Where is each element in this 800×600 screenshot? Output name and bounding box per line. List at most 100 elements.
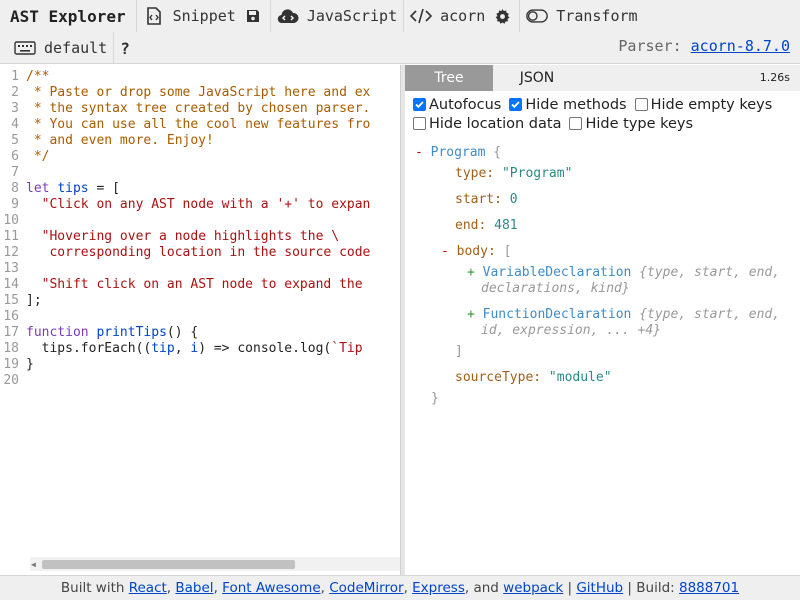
option-autofocus[interactable]: Autofocus: [413, 97, 501, 113]
transform-toggle[interactable]: Transform: [520, 0, 643, 32]
footer-link-github[interactable]: GitHub: [576, 580, 623, 596]
code-line[interactable]: 2 * Paste or drop some JavaScript here a…: [0, 85, 400, 101]
line-content[interactable]: tips.forEach((tip, i) => console.log(`Ti…: [26, 341, 363, 357]
code-line[interactable]: 12 corresponding location in the source …: [0, 245, 400, 261]
line-content[interactable]: "Click on any AST node with a '+' to exp…: [26, 197, 371, 213]
code-line[interactable]: 17 function printTips() {: [0, 325, 400, 341]
footer-build-hash[interactable]: 8888701: [679, 580, 739, 596]
parser-select[interactable]: acorn: [404, 0, 521, 32]
code-token: }: [26, 357, 34, 372]
footer-link-react[interactable]: React: [129, 580, 167, 596]
code-line[interactable]: 11 "Hovering over a node highlights the …: [0, 229, 400, 245]
property-source-type: sourceType: "module": [455, 370, 612, 386]
parser-version-link[interactable]: acorn-8.7.0: [691, 37, 790, 55]
hide-type-keys-label: Hide type keys: [585, 115, 694, 132]
snippet-button[interactable]: Snippet: [137, 0, 271, 32]
line-content[interactable]: "Shift click on an AST node to expand th…: [26, 277, 363, 293]
code-line[interactable]: 10: [0, 213, 400, 229]
save-icon[interactable]: [242, 5, 264, 27]
autofocus-checkbox[interactable]: [413, 98, 426, 111]
language-label: JavaScript: [306, 7, 398, 25]
tree-node-program[interactable]: - Program {: [415, 145, 501, 161]
line-content[interactable]: corresponding location in the source cod…: [26, 245, 370, 261]
code-line[interactable]: 5 * and even more. Enjoy!: [0, 133, 400, 149]
code-token: = [: [88, 181, 120, 196]
gear-icon[interactable]: [491, 5, 513, 27]
code-line[interactable]: 4 * You can use all the cool new feature…: [0, 117, 400, 133]
node-name[interactable]: FunctionDeclaration: [483, 307, 632, 322]
code-line[interactable]: 8 let tips = [: [0, 181, 400, 197]
footer-built-with: Built with: [60, 580, 125, 596]
footer-link-webpack[interactable]: webpack: [503, 580, 563, 596]
hide-methods-label: Hide methods: [525, 96, 627, 113]
line-content[interactable]: * the syntax tree created by chosen pars…: [26, 101, 371, 117]
tab-tree[interactable]: Tree: [405, 65, 493, 91]
transform-label: Transform: [556, 7, 638, 25]
keymap-select[interactable]: default: [0, 32, 115, 64]
horizontal-scrollbar[interactable]: ◀: [30, 557, 400, 571]
code-line[interactable]: 9 "Click on any AST node with a '+' to e…: [0, 197, 400, 213]
code-line[interactable]: 3 * the syntax tree created by chosen pa…: [0, 101, 400, 117]
scroll-left-icon[interactable]: ◀: [31, 560, 36, 569]
parse-time: 1.26s: [759, 71, 790, 84]
code-line[interactable]: 7: [0, 165, 400, 181]
node-name[interactable]: VariableDeclaration: [483, 265, 632, 280]
hide-methods-checkbox[interactable]: [509, 98, 523, 111]
option-hide-methods[interactable]: Hide methods: [509, 96, 627, 113]
line-content[interactable]: }: [26, 357, 34, 373]
property-body[interactable]: - body: [: [441, 244, 511, 260]
code-editor[interactable]: 1/** 2 * Paste or drop some JavaScript he…: [0, 65, 400, 575]
close-bracket-glyph: ]: [455, 344, 463, 359]
tab-json[interactable]: JSON: [493, 65, 581, 91]
code-line[interactable]: 6 */: [0, 149, 400, 165]
line-content[interactable]: function printTips() {: [26, 325, 198, 341]
hide-empty-keys-checkbox[interactable]: [634, 98, 648, 111]
expand-toggle[interactable]: +: [467, 307, 475, 322]
line-content[interactable]: let tips = [: [26, 181, 120, 197]
line-number: 17: [3, 325, 19, 340]
tree-options: Autofocus Hide methods Hide empty keys H…: [405, 91, 800, 133]
tree-node-variable-declaration[interactable]: + VariableDeclaration {type, start, end,: [467, 265, 780, 281]
code-token: "Click on any AST node with a '+' to exp…: [41, 197, 371, 212]
line-content[interactable]: * You can use all the cool new features …: [26, 117, 371, 133]
property-start: start: 0: [455, 192, 518, 208]
language-select[interactable]: JavaScript: [271, 0, 405, 32]
code-line[interactable]: 13: [0, 261, 400, 277]
footer-build-label: Build:: [636, 580, 675, 596]
code-line[interactable]: 19}: [0, 357, 400, 373]
tree-node-function-declaration[interactable]: + FunctionDeclaration {type, start, end,: [467, 307, 780, 323]
help-button[interactable]: ?: [114, 32, 136, 64]
line-content[interactable]: */: [26, 149, 50, 165]
code-icon: [410, 5, 433, 27]
node-name[interactable]: Program: [431, 145, 486, 160]
line-content[interactable]: * and even more. Enjoy!: [26, 133, 214, 149]
line-content[interactable]: ];: [26, 293, 42, 309]
line-content[interactable]: "Hovering over a node highlights the \: [26, 229, 339, 245]
line-content[interactable]: * Paste or drop some JavaScript here and…: [26, 85, 371, 101]
code-token: corresponding location in the source cod…: [26, 245, 371, 260]
code-line[interactable]: 15];: [0, 293, 400, 309]
footer-link-express[interactable]: Express: [412, 580, 465, 596]
option-hide-type-keys[interactable]: Hide type keys: [569, 116, 693, 132]
code-line[interactable]: 16: [0, 309, 400, 325]
footer-link-font-awesome[interactable]: Font Awesome: [222, 580, 320, 596]
hide-location-data-checkbox[interactable]: [413, 117, 426, 130]
code-line[interactable]: 14 "Shift click on an AST node to expand…: [0, 277, 400, 293]
scrollbar-thumb[interactable]: [42, 560, 295, 569]
line-number: 3: [11, 101, 19, 116]
autofocus-label: Autofocus: [429, 96, 502, 113]
footer-link-babel[interactable]: Babel: [175, 580, 213, 596]
code-lines[interactable]: 1/** 2 * Paste or drop some JavaScript he…: [0, 69, 400, 389]
hide-type-keys-checkbox[interactable]: [569, 117, 583, 130]
collapse-toggle[interactable]: -: [441, 244, 449, 259]
expand-toggle[interactable]: +: [467, 265, 475, 280]
code-line[interactable]: 1 /**: [0, 69, 400, 85]
collapse-toggle[interactable]: -: [415, 145, 423, 160]
line-content[interactable]: /**: [26, 69, 49, 85]
option-hide-location-data[interactable]: Hide location data: [413, 116, 561, 132]
option-hide-empty-keys[interactable]: Hide empty keys: [634, 97, 772, 113]
footer-link-codemirror[interactable]: CodeMirror: [329, 580, 403, 596]
code-line[interactable]: 18 tips.forEach((tip, i) => console.log(…: [0, 341, 400, 357]
code-line[interactable]: 20: [0, 373, 400, 389]
node-summary: id, expression, ... +4}: [481, 323, 662, 338]
